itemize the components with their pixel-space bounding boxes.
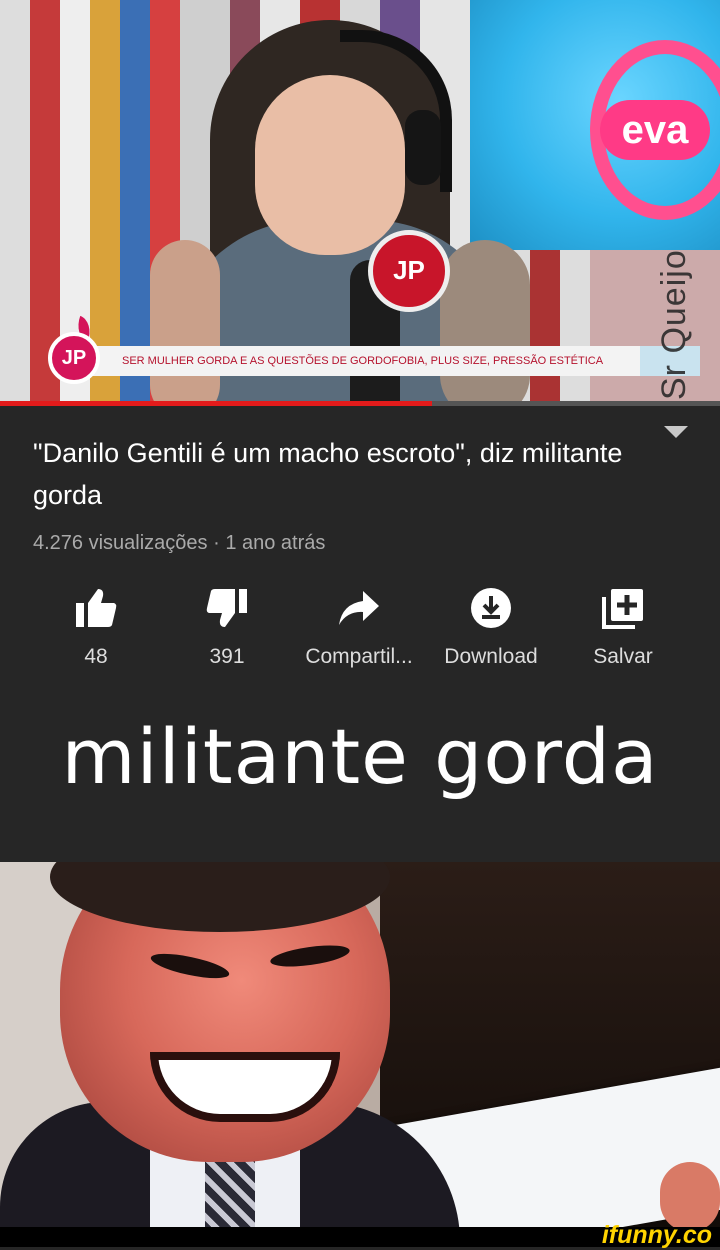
expand-description-icon[interactable] <box>662 420 690 442</box>
watermark: Sr Queijo <box>655 249 693 400</box>
video-progress-bar[interactable] <box>0 401 720 406</box>
save-to-playlist-icon <box>602 589 643 629</box>
download-label: Download <box>444 645 538 668</box>
dislike-count: 391 <box>209 645 245 668</box>
reaction-image <box>0 862 720 1227</box>
action-bar: 48 391 Compartil... Download Salvar <box>0 585 720 685</box>
video-stats: 4.276 visualizações · 1 ano atrás <box>33 532 326 554</box>
download-button[interactable]: Download <box>416 585 566 669</box>
video-player[interactable]: eva JP SER MULHER GORDA E AS QUESTÕES DE… <box>0 0 720 404</box>
like-count: 48 <box>84 645 108 668</box>
ifunny-watermark: ifunny.co <box>601 1221 712 1249</box>
lower-third-caption: SER MULHER GORDA E AS QUESTÕES DE GORDOF… <box>60 346 700 376</box>
channel-logo: JP <box>48 332 100 384</box>
thumbs-down-icon <box>206 589 247 627</box>
share-icon <box>339 591 379 625</box>
download-icon <box>471 588 511 628</box>
share-label: Compartil... <box>305 645 413 668</box>
dislike-button[interactable]: 391 <box>152 585 302 669</box>
thumbs-up-icon <box>76 589 117 627</box>
save-button[interactable]: Salvar <box>548 585 698 669</box>
progress-fill <box>0 401 432 406</box>
save-label: Salvar <box>593 645 653 668</box>
microphone-logo: JP <box>368 230 450 312</box>
video-title: "Danilo Gentili é um macho escroto", diz… <box>33 438 623 510</box>
like-button[interactable]: 48 <box>21 585 171 669</box>
meme-caption: militante gorda <box>61 712 659 801</box>
share-button[interactable]: Compartil... <box>284 585 434 669</box>
